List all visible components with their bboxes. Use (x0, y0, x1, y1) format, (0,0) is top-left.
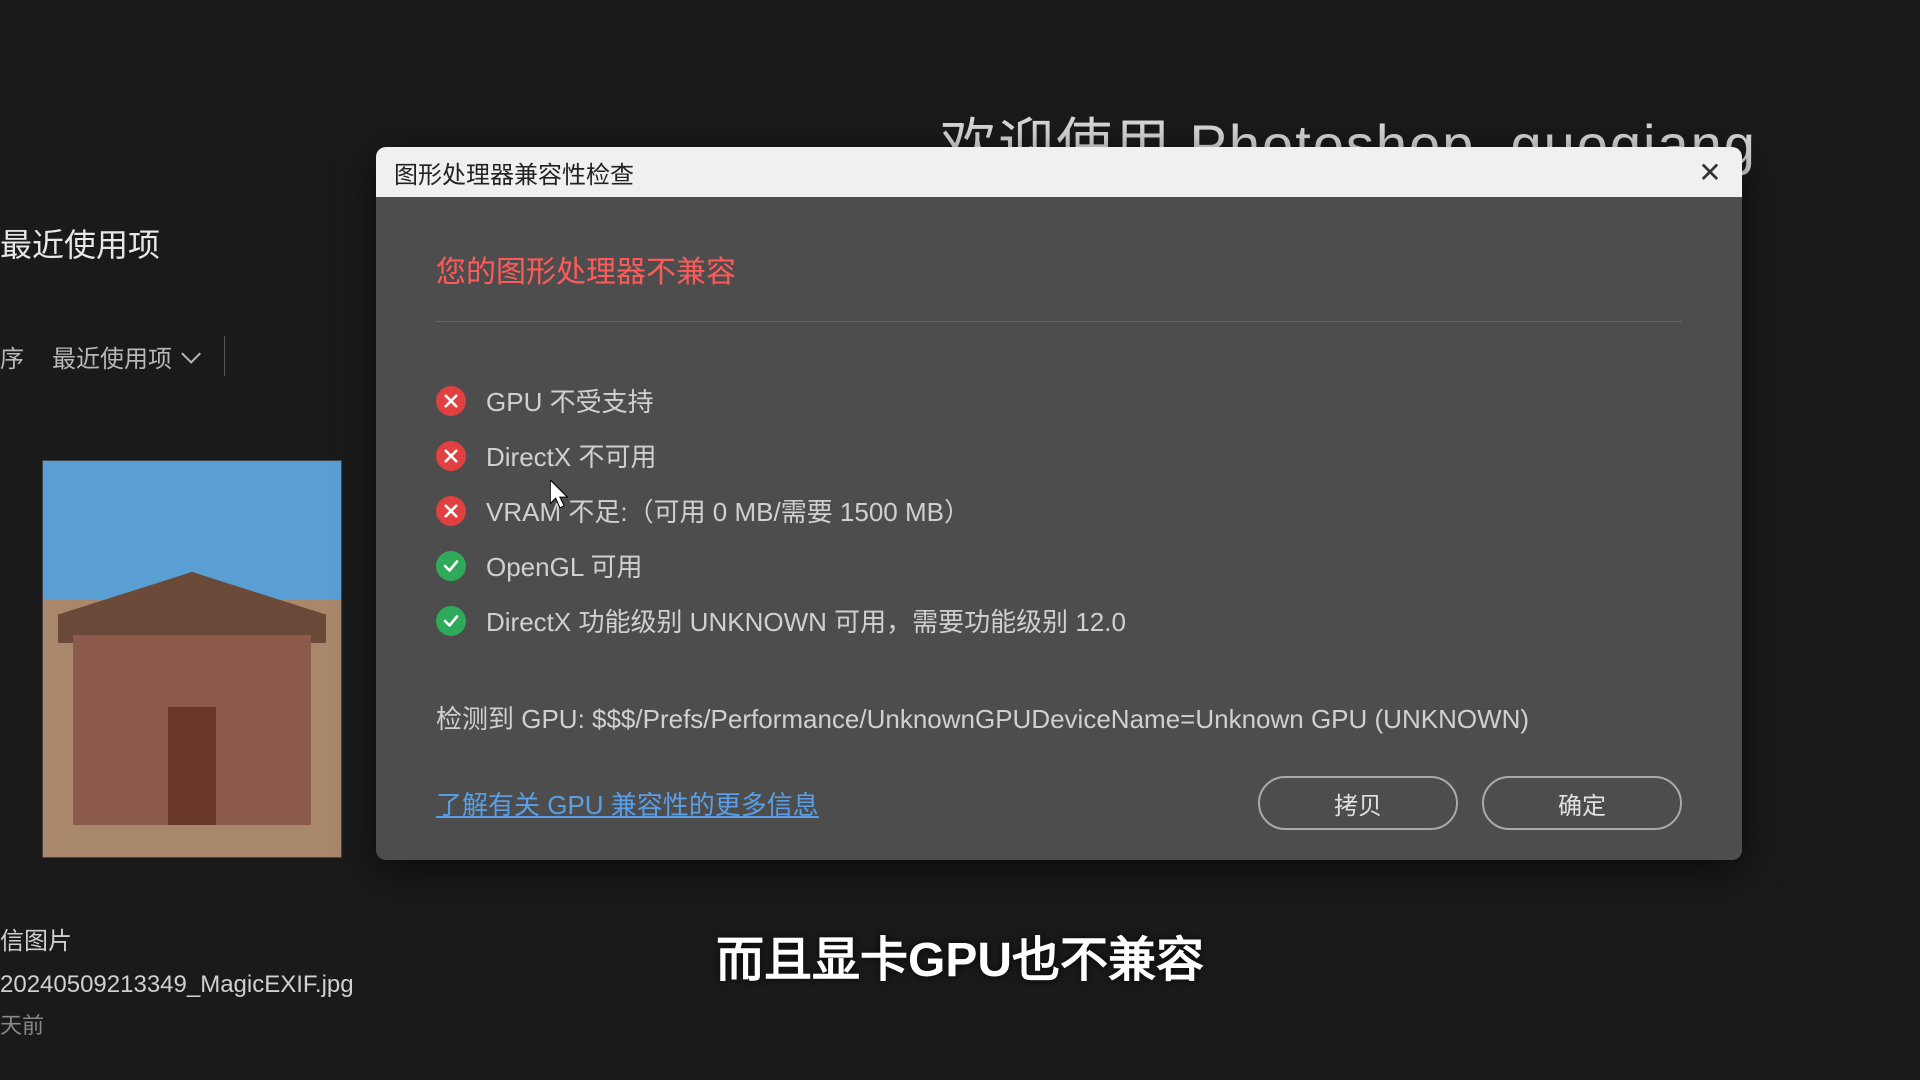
recent-dropdown[interactable]: 最近使用项 (52, 339, 196, 374)
check-row: GPU 不受支持 (436, 382, 1682, 419)
check-row: DirectX 功能级别 UNKNOWN 可用，需要功能级别 12.0 (436, 602, 1682, 639)
ok-button[interactable]: 确定 (1482, 776, 1682, 830)
check-text: DirectX 不可用 (486, 437, 656, 474)
video-subtitle: 而且显卡GPU也不兼容 (716, 920, 1204, 990)
dialog-titlebar: 图形处理器兼容性检查 ✕ (376, 147, 1742, 197)
check-text: VRAM 不足:（可用 0 MB/需要 1500 MB） (486, 492, 970, 529)
file-metadata: 信图片 20240509213349_MagicEXIF.jpg 天前 (0, 920, 354, 1046)
gpu-compat-dialog: 图形处理器兼容性检查 ✕ 您的图形处理器不兼容 GPU 不受支持 DirectX … (376, 147, 1742, 860)
file-title: 信图片 (0, 920, 354, 963)
divider (224, 336, 225, 376)
check-row: DirectX 不可用 (436, 437, 1682, 474)
check-fail-icon (436, 386, 466, 416)
copy-button[interactable]: 拷贝 (1258, 776, 1458, 830)
close-icon[interactable]: ✕ (1692, 156, 1728, 189)
check-row: VRAM 不足:（可用 0 MB/需要 1500 MB） (436, 492, 1682, 529)
check-ok-icon (436, 551, 466, 581)
check-fail-icon (436, 441, 466, 471)
recent-dropdown-label: 最近使用项 (52, 339, 172, 374)
file-name: 20240509213349_MagicEXIF.jpg (0, 963, 354, 1006)
recent-heading: 最近使用项 (0, 220, 225, 266)
check-text: GPU 不受支持 (486, 382, 654, 419)
check-row: OpenGL 可用 (436, 547, 1682, 584)
learn-more-link[interactable]: 了解有关 GPU 兼容性的更多信息 (436, 785, 819, 822)
file-age: 天前 (0, 1006, 354, 1046)
check-ok-icon (436, 606, 466, 636)
sort-label[interactable]: 序 (0, 339, 24, 374)
check-text: DirectX 功能级别 UNKNOWN 可用，需要功能级别 12.0 (486, 602, 1126, 639)
check-text: OpenGL 可用 (486, 547, 643, 584)
check-fail-icon (436, 496, 466, 526)
dialog-title: 图形处理器兼容性检查 (394, 155, 634, 190)
chevron-down-icon (181, 344, 201, 364)
recent-thumbnail[interactable] (42, 460, 342, 858)
detected-gpu-text: 检测到 GPU: $$$/Prefs/Performance/UnknownGP… (436, 699, 1682, 736)
alert-heading: 您的图形处理器不兼容 (436, 247, 1682, 322)
